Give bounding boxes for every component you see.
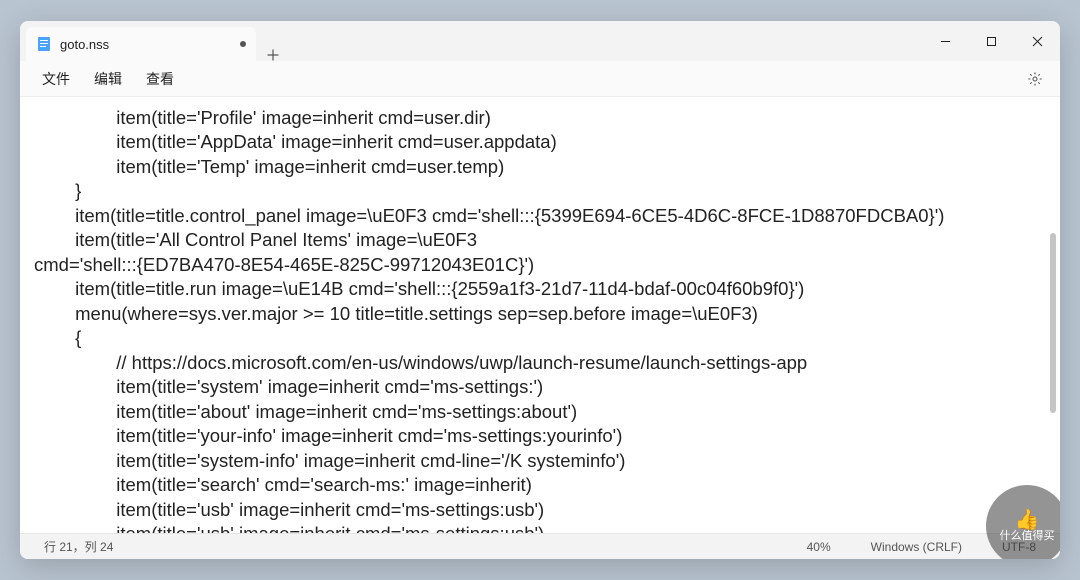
code-line: item(title='your-info' image=inherit cmd… [34, 425, 622, 446]
code-line: item(title='system-info' image=inherit c… [34, 450, 625, 471]
status-zoom[interactable]: 40% [797, 540, 841, 554]
settings-button[interactable] [1020, 71, 1050, 87]
close-button[interactable] [1014, 21, 1060, 61]
status-encoding[interactable]: UTF-8 [992, 540, 1046, 554]
statusbar: 行 21，列 24 40% Windows (CRLF) UTF-8 [20, 533, 1060, 559]
menubar: 文件 编辑 查看 [20, 61, 1060, 97]
menu-file[interactable]: 文件 [30, 65, 82, 93]
code-line: // https://docs.microsoft.com/en-us/wind… [34, 352, 807, 373]
new-tab-button[interactable] [256, 49, 290, 61]
window-controls [922, 21, 1060, 61]
code-line: item(title='usb' image=inherit cmd='ms-s… [34, 499, 544, 520]
status-line-ending[interactable]: Windows (CRLF) [861, 540, 972, 554]
code-line: { [34, 327, 81, 348]
code-line: cmd='shell:::{ED7BA470-8E54-465E-825C-99… [34, 254, 534, 275]
code-line: menu(where=sys.ver.major >= 10 title=tit… [34, 303, 758, 324]
tab-active[interactable]: goto.nss [26, 27, 256, 61]
status-cursor-position[interactable]: 行 21，列 24 [34, 538, 123, 555]
tab-title: goto.nss [60, 37, 232, 52]
code-line: item(title='All Control Panel Items' ima… [34, 229, 477, 250]
code-line: item(title='Temp' image=inherit cmd=user… [34, 156, 504, 177]
code-line: item(title='AppData' image=inherit cmd=u… [34, 131, 557, 152]
maximize-button[interactable] [968, 21, 1014, 61]
code-line: item(title=title.control_panel image=\uE… [34, 205, 944, 226]
scrollbar-thumb[interactable] [1050, 233, 1056, 413]
code-line: item(title='system' image=inherit cmd='m… [34, 376, 543, 397]
app-window: goto.nss 文件 编辑 查看 [20, 21, 1060, 559]
code-line: item(title='about' image=inherit cmd='ms… [34, 401, 577, 422]
file-icon [36, 36, 52, 52]
titlebar[interactable]: goto.nss [20, 21, 1060, 61]
code-editor[interactable]: item(title='Profile' image=inherit cmd=u… [20, 97, 1060, 533]
vertical-scrollbar[interactable] [1048, 103, 1058, 527]
code-line: item(title='usb' image=inherit cmd='ms-s… [34, 523, 544, 533]
titlebar-drag-region[interactable] [290, 21, 922, 61]
tab-strip: goto.nss [20, 21, 290, 61]
code-line: item(title='search' cmd='search-ms:' ima… [34, 474, 532, 495]
code-line: item(title='Profile' image=inherit cmd=u… [34, 107, 491, 128]
code-line: item(title=title.run image=\uE14B cmd='s… [34, 278, 804, 299]
code-line: } [34, 180, 81, 201]
editor-area[interactable]: item(title='Profile' image=inherit cmd=u… [20, 97, 1060, 533]
menu-edit[interactable]: 编辑 [82, 65, 134, 93]
modified-indicator-icon [240, 41, 246, 47]
minimize-button[interactable] [922, 21, 968, 61]
menu-view[interactable]: 查看 [134, 65, 186, 93]
